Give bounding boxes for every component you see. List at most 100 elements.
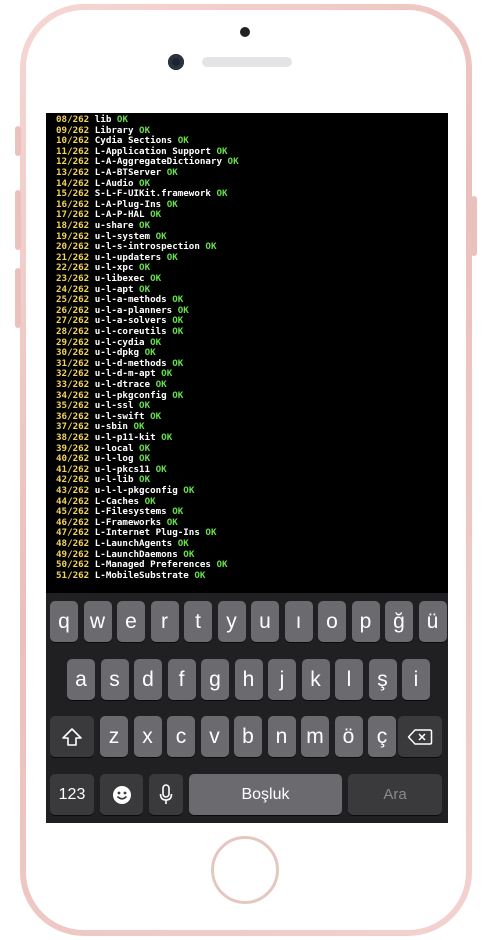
line-counter: 35/262 <box>56 400 90 412</box>
path-name: u-l-d-methods <box>94 357 167 369</box>
key-q[interactable]: q <box>50 601 78 642</box>
path-name: u-l-a-planners <box>94 304 173 316</box>
key-a[interactable]: a <box>67 659 95 700</box>
key-label: d <box>142 667 154 691</box>
key-o[interactable]: o <box>318 601 346 642</box>
status-ok: OK <box>139 400 151 412</box>
key-ı[interactable]: ı <box>284 601 313 642</box>
key-h[interactable]: h <box>234 659 263 700</box>
key-y[interactable]: y <box>217 601 246 642</box>
key-label: g <box>209 667 221 691</box>
path-name: u-l-cydia <box>94 336 145 348</box>
key-label: m <box>306 724 324 748</box>
key-label: q <box>58 609 70 633</box>
status-ok: OK <box>172 357 184 369</box>
key-b[interactable]: b <box>234 716 262 757</box>
line-counter: 17/262 <box>56 209 90 221</box>
numbers-key-label: 123 <box>58 785 86 803</box>
path-name: u-l-ssl <box>94 400 134 412</box>
path-name: Library <box>94 124 134 136</box>
path-name: L-Application Support <box>94 145 211 157</box>
line-counter: 29/262 <box>56 336 90 348</box>
key-label: w <box>89 609 106 633</box>
key-t[interactable]: t <box>184 601 212 642</box>
line-counter: 20/262 <box>56 241 90 253</box>
line-counter: 42/262 <box>56 474 90 486</box>
line-counter: 49/262 <box>56 548 90 560</box>
path-name: u-l-dpkg <box>94 347 140 359</box>
key-w[interactable]: w <box>83 601 112 642</box>
numbers-key[interactable]: 123 <box>50 774 94 815</box>
key-label: l <box>346 667 352 691</box>
line-counter: 34/262 <box>56 389 90 401</box>
key-s[interactable]: s <box>100 659 129 700</box>
microphone-icon <box>158 783 174 807</box>
line-counter: 24/262 <box>56 283 90 295</box>
key-v[interactable]: v <box>200 716 229 757</box>
line-counter: 12/262 <box>56 156 90 168</box>
key-ü[interactable]: ü <box>418 601 447 642</box>
status-ok: OK <box>144 347 156 359</box>
key-r[interactable]: r <box>150 601 179 642</box>
backspace-key[interactable] <box>398 716 442 757</box>
line-counter: 21/262 <box>56 251 90 263</box>
path-name: L-A-AggregateDictionary <box>94 156 222 168</box>
key-f[interactable]: f <box>167 659 196 700</box>
volume-down-button <box>15 268 21 328</box>
key-l[interactable]: l <box>335 659 363 700</box>
shift-key[interactable] <box>50 716 94 757</box>
dictation-key[interactable] <box>149 774 183 815</box>
key-m[interactable]: m <box>301 716 329 757</box>
key-i[interactable]: i <box>402 659 430 700</box>
line-counter: 41/262 <box>56 463 90 475</box>
key-x[interactable]: x <box>133 716 162 757</box>
path-name: u-l-pkcs11 <box>94 463 151 475</box>
key-c[interactable]: c <box>167 716 195 757</box>
key-u[interactable]: u <box>251 601 279 642</box>
status-ok: OK <box>227 156 239 168</box>
path-name: u-l-l-pkgconfig <box>94 485 178 496</box>
line-counter: 18/262 <box>56 220 90 231</box>
terminal-output: 08/262 lib OK 09/262 Library OK 10/262 Cyd… <box>46 113 448 593</box>
power-button <box>471 196 477 256</box>
key-label: h <box>242 667 255 691</box>
path-name: u-l-a-methods <box>94 294 167 306</box>
status-ok: OK <box>139 124 151 136</box>
key-ö[interactable]: ö <box>334 716 363 757</box>
key-e[interactable]: e <box>117 601 145 642</box>
key-g[interactable]: g <box>201 659 229 700</box>
path-name: u-l-dtrace <box>94 379 151 390</box>
line-counter: 15/262 <box>56 188 90 200</box>
search-key[interactable]: Ara <box>348 774 442 815</box>
path-name: u-l-xpc <box>94 262 134 274</box>
status-ok: OK <box>183 485 195 496</box>
path-name: S-L-F-UIKit.framework <box>94 188 211 200</box>
status-ok: OK <box>216 559 228 571</box>
space-key[interactable]: Boşluk <box>189 774 342 815</box>
key-label: n <box>275 724 288 748</box>
key-z[interactable]: z <box>100 716 128 757</box>
line-counter: 19/262 <box>56 230 90 242</box>
line-counter: 11/262 <box>56 145 90 157</box>
key-label: e <box>125 609 137 633</box>
key-k[interactable]: k <box>301 659 330 700</box>
key-n[interactable]: n <box>267 716 296 757</box>
key-label: b <box>242 724 254 748</box>
line-counter: 46/262 <box>56 516 90 528</box>
status-ok: OK <box>150 410 162 422</box>
home-button[interactable] <box>211 836 279 904</box>
key-label: j <box>279 667 285 691</box>
emoji-key[interactable] <box>100 774 143 815</box>
key-j[interactable]: j <box>268 659 296 700</box>
status-ok: OK <box>116 114 128 125</box>
key-d[interactable]: d <box>134 659 162 700</box>
key-ç[interactable]: ç <box>368 716 396 757</box>
key-ş[interactable]: ş <box>368 659 397 700</box>
line-counter: 23/262 <box>56 273 90 284</box>
emoji-icon <box>111 784 133 806</box>
key-p[interactable]: p <box>351 601 380 642</box>
key-ğ[interactable]: ğ <box>385 601 413 642</box>
terminal-line: 51/262 L-MobileSubstrate OK <box>56 570 205 582</box>
line-counter: 43/262 <box>56 485 90 496</box>
status-ok: OK <box>139 177 151 189</box>
